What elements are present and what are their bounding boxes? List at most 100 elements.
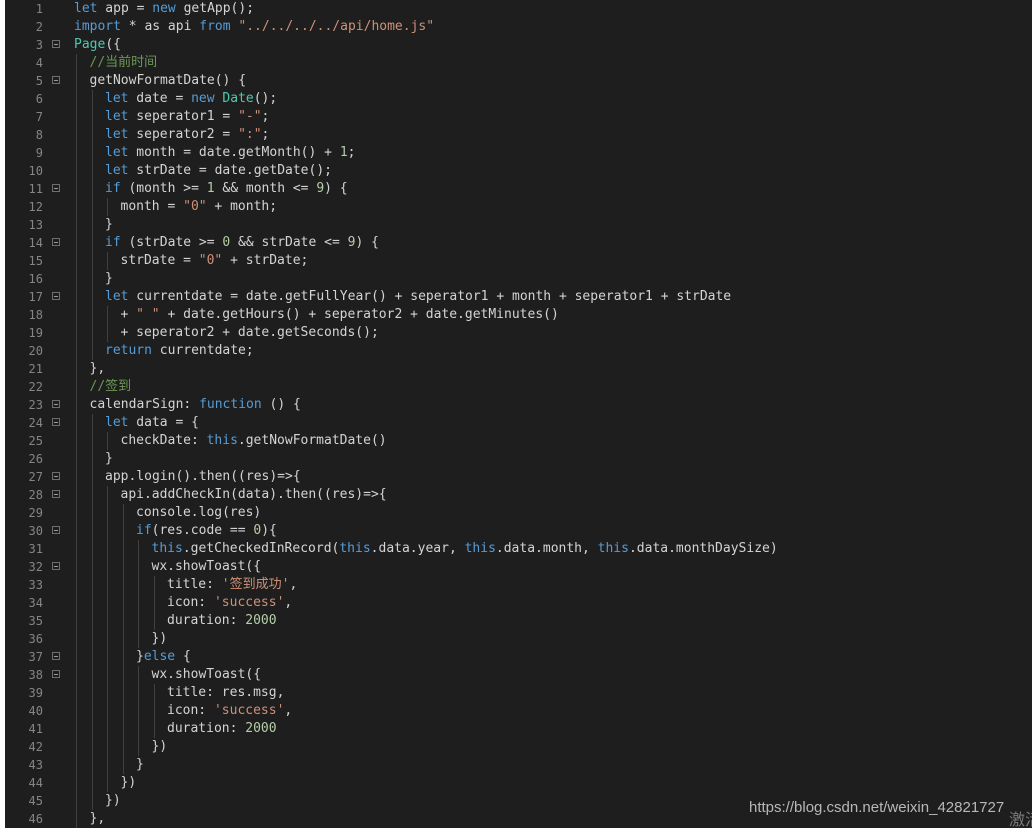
code-line: 40 icon: 'success', — [5, 702, 1032, 720]
code-line: 41 duration: 2000 — [5, 720, 1032, 738]
indent-guide — [76, 270, 77, 288]
code-text: if (month >= 1 && month <= 9) { — [105, 180, 348, 198]
code-token: ":" — [238, 127, 262, 142]
code-token: 'success' — [213, 595, 285, 610]
indent-guide — [76, 648, 77, 666]
fold-toggle-icon[interactable] — [52, 472, 60, 480]
indent-guide — [91, 648, 93, 666]
code-line: 13} — [5, 216, 1032, 234]
code-token: , — [284, 595, 293, 610]
code-editor[interactable]: 1 let app = new getApp(); 2 import * as api… — [5, 0, 1032, 828]
code-token: seperator2 = — [128, 127, 239, 142]
fold-toggle-icon[interactable] — [52, 76, 60, 84]
indent-guide — [76, 450, 77, 468]
code-text: } — [105, 216, 113, 234]
line-number: 44 — [28, 776, 43, 790]
code-token: }, — [89, 811, 106, 826]
code-token: this — [597, 541, 629, 556]
indent-guide — [91, 234, 93, 252]
code-token: } — [105, 271, 113, 286]
code-line: 21}, — [5, 360, 1032, 378]
indent-guide — [76, 774, 77, 792]
fold-toggle-icon[interactable] — [52, 670, 60, 678]
code-token: let — [105, 163, 129, 178]
indent-guide — [91, 720, 93, 738]
indent-guide — [76, 432, 77, 450]
indent-guide — [76, 342, 77, 360]
code-token: "../../../../api/home.js" — [238, 19, 435, 34]
code-token: this — [151, 541, 183, 556]
code-token: ; — [261, 127, 270, 142]
code-token: import — [74, 19, 121, 34]
fold-toggle-icon[interactable] — [52, 184, 60, 192]
indent-guide — [107, 522, 108, 540]
fold-toggle-icon[interactable] — [52, 652, 60, 660]
code-line: 18 + " " + date.getHours() + seperator2 +… — [5, 306, 1032, 324]
code-token: let — [105, 127, 129, 142]
code-text: //当前时间 — [90, 54, 158, 72]
fold-toggle-icon[interactable] — [52, 40, 60, 48]
code-token: let — [105, 109, 129, 124]
fold-toggle-icon[interactable] — [52, 292, 60, 300]
fold-toggle-icon[interactable] — [52, 562, 60, 570]
line-number: 22 — [28, 380, 43, 394]
indent-guide — [76, 792, 77, 810]
fold-toggle-icon[interactable] — [52, 238, 60, 246]
line-number: 28 — [28, 488, 43, 502]
code-line: 34 icon: 'success', — [5, 594, 1032, 612]
indent-guide — [76, 612, 77, 630]
fold-toggle-icon[interactable] — [52, 418, 60, 426]
code-token: let — [74, 1, 98, 16]
indent-guide — [122, 594, 124, 612]
indent-guide — [153, 594, 155, 612]
indent-guide — [76, 180, 77, 198]
code-text: } — [105, 270, 113, 288]
code-token: this — [464, 541, 496, 556]
code-token: && strDate <= — [230, 235, 348, 250]
line-number: 1 — [35, 2, 43, 16]
code-text: calendarSign: function () { — [90, 396, 301, 414]
code-token: let — [105, 415, 129, 430]
line-number: 13 — [28, 218, 43, 232]
code-line: 1 let app = new getApp(); — [5, 0, 1032, 18]
code-text: let app = new getApp(); — [74, 0, 254, 18]
code-text: } — [105, 450, 113, 468]
indent-guide — [153, 702, 155, 720]
line-number: 6 — [35, 92, 43, 106]
code-text: let seperator1 = "-"; — [105, 108, 269, 126]
line-number: 33 — [28, 578, 43, 592]
indent-guide — [76, 108, 77, 126]
indent-guide — [76, 288, 77, 306]
indent-guide — [76, 504, 77, 522]
indent-guide — [91, 522, 93, 540]
indent-guide — [107, 594, 108, 612]
indent-guide — [107, 504, 108, 522]
code-line: 11 if (month >= 1 && month <= 9) { — [5, 180, 1032, 198]
code-token: 2000 — [245, 613, 277, 628]
line-number: 16 — [28, 272, 43, 286]
code-token: strDate = — [120, 253, 199, 268]
indent-guide — [91, 144, 93, 162]
indent-guide — [91, 594, 93, 612]
fold-toggle-icon[interactable] — [52, 490, 60, 498]
code-line: 9 let month = date.getMonth() + 1; — [5, 144, 1032, 162]
indent-guide — [91, 216, 93, 234]
indent-guide — [107, 630, 108, 648]
code-token: "0" — [198, 253, 223, 268]
indent-guide — [91, 738, 93, 756]
indent-guide — [91, 756, 93, 774]
indent-guide — [91, 432, 93, 450]
code-text: if (strDate >= 0 && strDate <= 9) { — [105, 234, 379, 252]
code-token: .data.year, — [370, 541, 465, 556]
fold-toggle-icon[interactable] — [52, 400, 60, 408]
code-token: date = — [128, 91, 192, 106]
code-line: 24 let data = { — [5, 414, 1032, 432]
code-token: calendarSign: — [89, 397, 200, 412]
code-text: }, — [90, 360, 106, 378]
indent-guide — [138, 738, 139, 756]
fold-toggle-icon[interactable] — [52, 526, 60, 534]
line-number: 36 — [28, 632, 43, 646]
code-text: icon: 'success', — [167, 702, 292, 720]
indent-guide — [91, 702, 93, 720]
line-number: 46 — [28, 812, 43, 826]
